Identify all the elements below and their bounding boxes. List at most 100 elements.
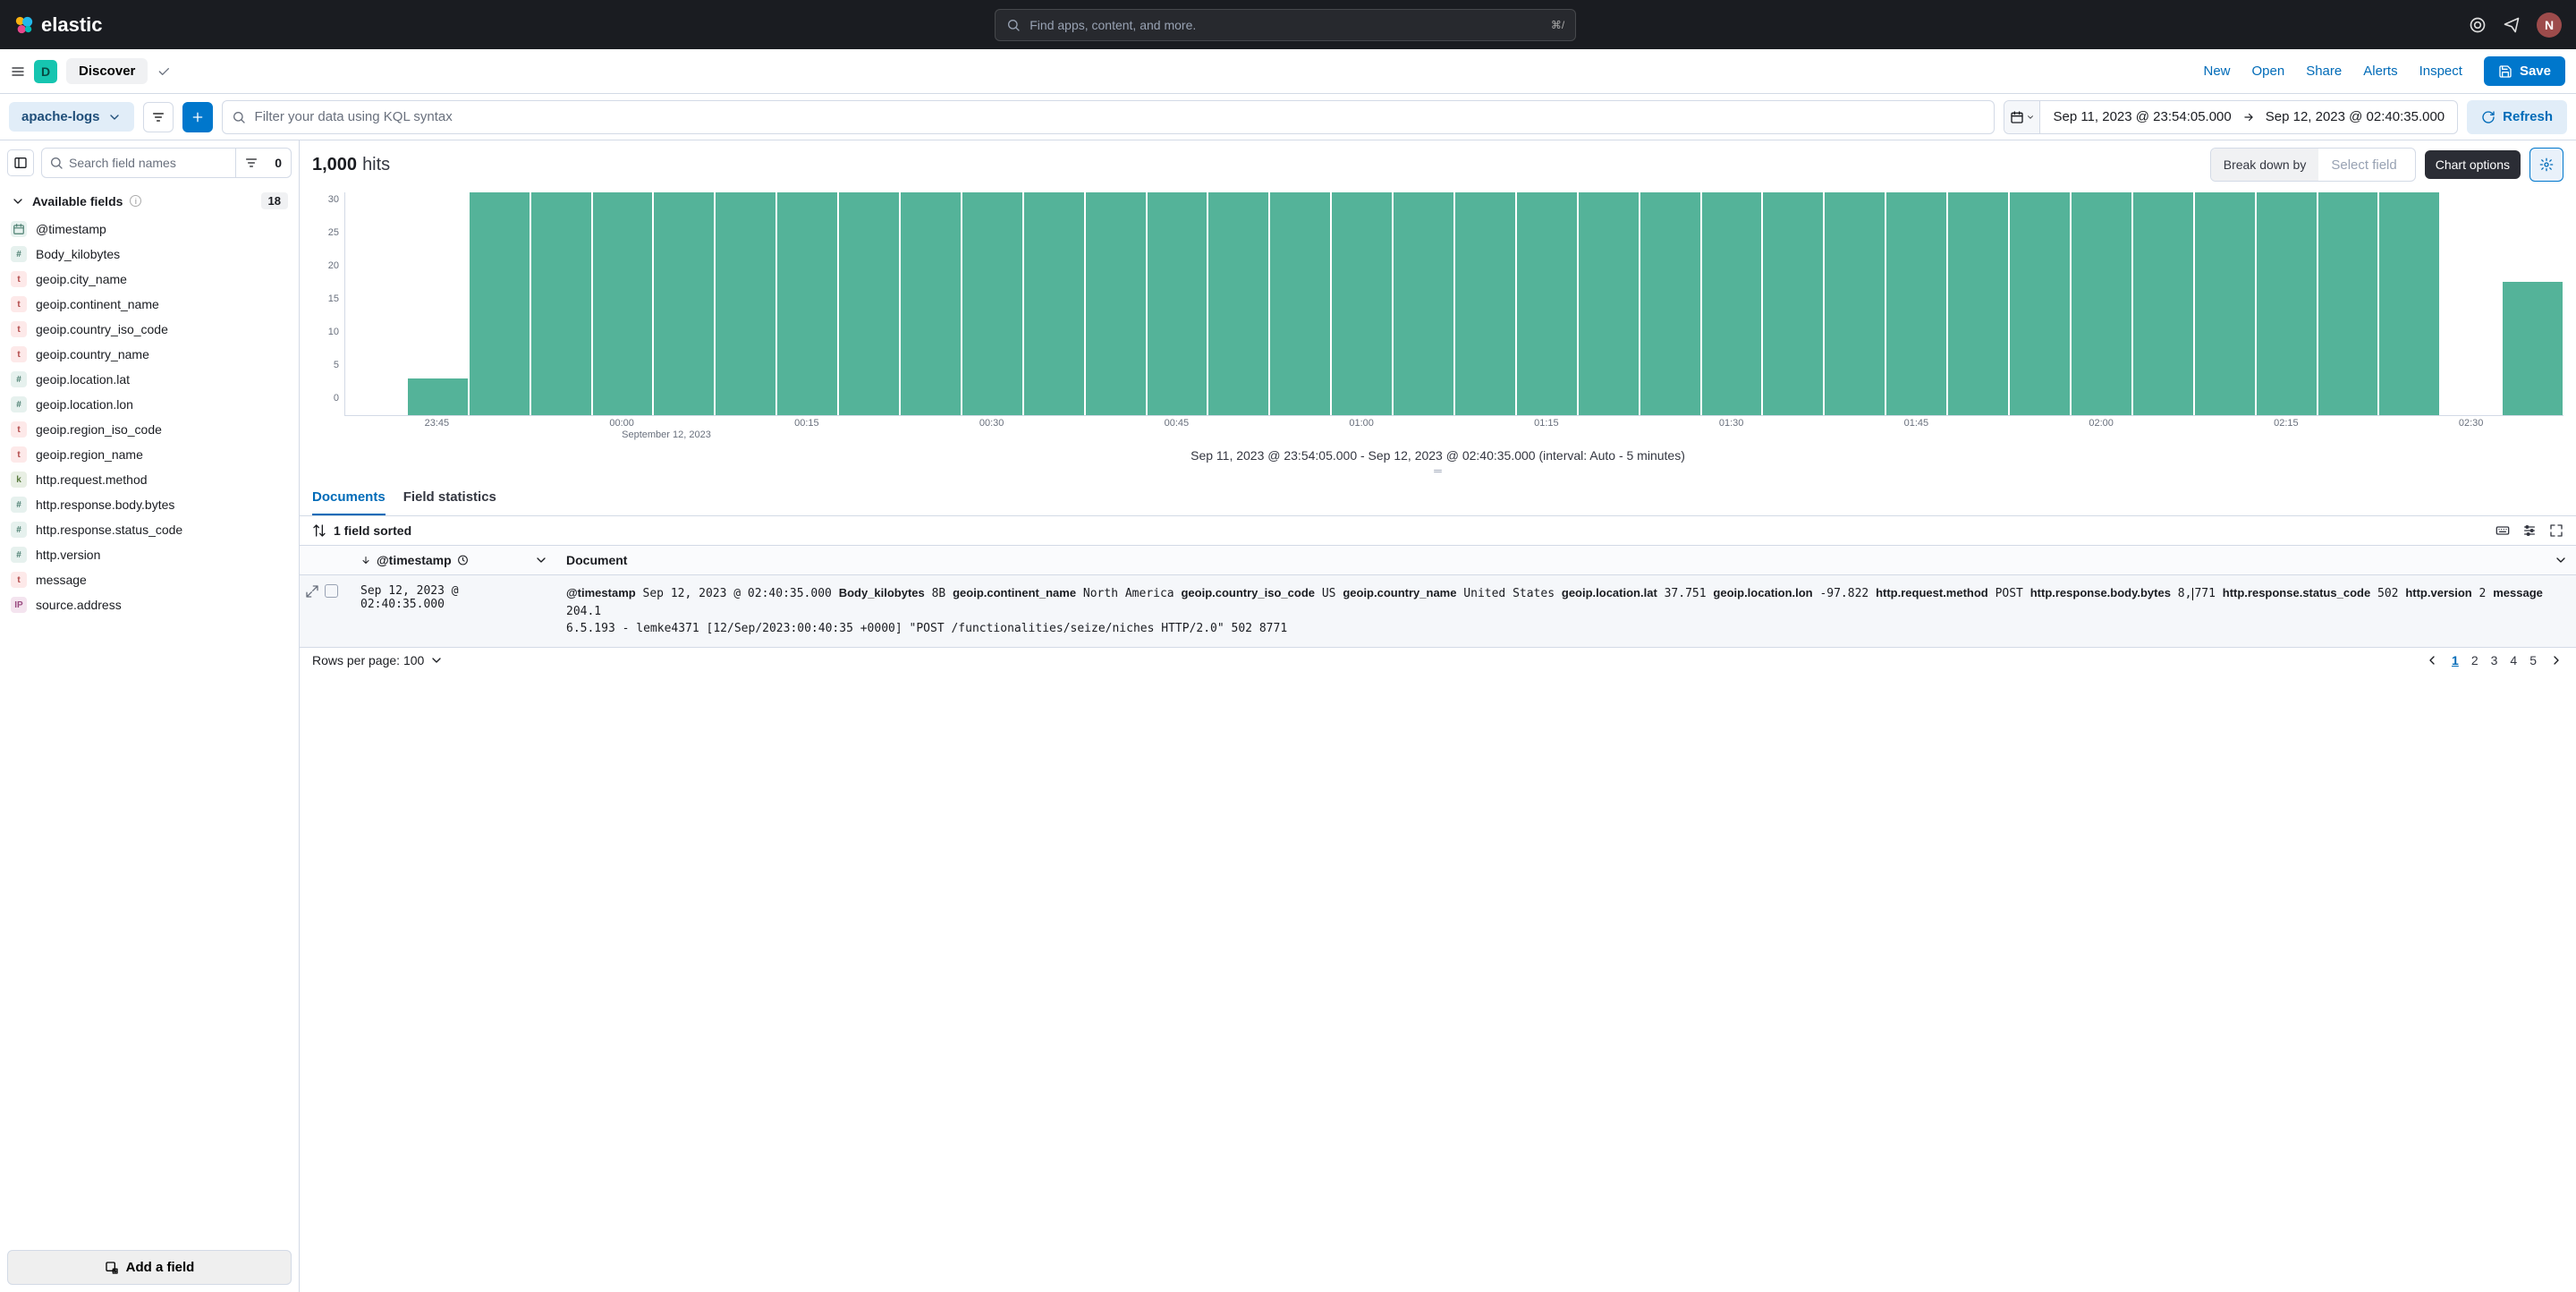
chart-options-tooltip: Chart options (2425, 150, 2521, 179)
page-5[interactable]: 5 (2529, 653, 2537, 667)
search-icon (49, 156, 64, 170)
chevron-down-icon (429, 653, 444, 667)
page-next[interactable] (2549, 653, 2563, 667)
check-icon[interactable] (157, 64, 171, 79)
column-document[interactable]: Document (557, 546, 2546, 574)
global-search-shortcut: ⌘/ (1551, 19, 1564, 31)
page-1[interactable]: 1 (2452, 653, 2459, 667)
available-fields-header[interactable]: Available fields i 18 (0, 185, 299, 217)
nav-new[interactable]: New (2203, 64, 2230, 79)
resize-handle[interactable]: ═ (312, 468, 2563, 473)
menu-icon[interactable] (11, 64, 25, 79)
chevron-down-icon (2554, 553, 2568, 567)
clock-icon (457, 553, 469, 567)
field-item[interactable]: #Body_kilobytes (0, 242, 299, 267)
field-item[interactable]: @timestamp (0, 217, 299, 242)
field-item[interactable]: #http.response.status_code (0, 517, 299, 542)
field-item[interactable]: #http.version (0, 542, 299, 567)
kql-input[interactable]: Filter your data using KQL syntax (222, 100, 1996, 134)
hit-count: 1,000 (312, 155, 357, 175)
available-fields-count: 18 (261, 192, 288, 209)
field-search: Search field names 0 (41, 148, 292, 178)
add-field-button[interactable]: Add a field (7, 1250, 292, 1285)
field-item[interactable]: tmessage (0, 567, 299, 592)
elastic-logo-icon (14, 15, 34, 35)
nav-share[interactable]: Share (2306, 64, 2342, 79)
field-item[interactable]: #geoip.location.lat (0, 367, 299, 392)
field-item[interactable]: tgeoip.country_iso_code (0, 317, 299, 342)
column-actions[interactable] (2546, 546, 2576, 574)
page-4[interactable]: 4 (2510, 653, 2517, 667)
chart-y-axis: 302520151050 (312, 192, 344, 416)
field-item[interactable]: tgeoip.continent_name (0, 292, 299, 317)
newsfeed-icon[interactable] (2503, 16, 2521, 34)
breakdown-field-input[interactable]: Select field (2318, 157, 2414, 173)
display-options-icon[interactable] (2522, 523, 2537, 538)
sort-label[interactable]: 1 field sorted (334, 523, 411, 538)
field-item[interactable]: IPsource.address (0, 592, 299, 617)
sidebar-collapse-button[interactable] (7, 149, 34, 176)
global-search[interactable]: Find apps, content, and more. ⌘/ (995, 9, 1576, 41)
field-item[interactable]: tgeoip.region_iso_code (0, 417, 299, 442)
add-filter-button[interactable] (182, 102, 213, 132)
user-avatar[interactable]: N (2537, 13, 2562, 38)
info-icon[interactable]: i (130, 195, 141, 207)
field-search-input[interactable]: Search field names (42, 156, 235, 170)
column-timestamp[interactable]: @timestamp (352, 546, 557, 574)
query-bar: apache-logs Filter your data using KQL s… (0, 94, 2576, 140)
nav-inspect[interactable]: Inspect (2419, 64, 2462, 79)
field-item[interactable]: tgeoip.country_name (0, 342, 299, 367)
nav-open[interactable]: Open (2252, 64, 2285, 79)
field-item[interactable]: khttp.request.method (0, 467, 299, 492)
field-list: @timestamp#Body_kilobytestgeoip.city_nam… (0, 217, 299, 1243)
hit-label: hits (362, 155, 390, 175)
chevron-down-icon[interactable] (534, 553, 548, 567)
breadcrumb-discover[interactable]: Discover (66, 58, 148, 84)
field-item[interactable]: #geoip.location.lon (0, 392, 299, 417)
page-prev[interactable] (2425, 653, 2439, 667)
refresh-button[interactable]: Refresh (2467, 100, 2567, 134)
field-item[interactable]: #http.response.body.bytes (0, 492, 299, 517)
sort-icon[interactable] (312, 523, 326, 538)
page-3[interactable]: 3 (2491, 653, 2498, 667)
rows-per-page[interactable]: Rows per page: 100 (312, 653, 444, 667)
field-item[interactable]: tgeoip.city_name (0, 267, 299, 292)
histogram-chart[interactable]: 302520151050 23:4500:00September 12, 202… (300, 189, 2576, 480)
chart-bars (345, 192, 2563, 415)
calendar-button[interactable] (2004, 101, 2040, 133)
table-footer: Rows per page: 100 12345 (300, 647, 2576, 673)
chevron-down-icon (2026, 110, 2035, 124)
index-pattern-selector[interactable]: apache-logs (9, 102, 134, 132)
table-row: Sep 12, 2023 @ 02:40:35.000 @timestamp S… (300, 575, 2576, 647)
result-tabs: Documents Field statistics (300, 480, 2576, 516)
date-range-text[interactable]: Sep 11, 2023 @ 23:54:05.000 Sep 12, 2023… (2040, 109, 2457, 124)
chart-options-button[interactable] (2529, 148, 2563, 182)
save-icon (2498, 64, 2512, 79)
expand-icon[interactable] (305, 584, 319, 599)
header-actions: N (2469, 13, 2562, 38)
tab-field-statistics[interactable]: Field statistics (403, 480, 496, 515)
help-icon[interactable] (2469, 16, 2487, 34)
filter-icon (244, 156, 258, 170)
breakdown-label: Break down by (2211, 149, 2319, 181)
brand-name: elastic (41, 13, 103, 37)
search-icon (1006, 18, 1021, 32)
save-button[interactable]: Save (2484, 56, 2565, 86)
app-badge: D (34, 60, 57, 83)
chevron-down-icon (107, 110, 122, 124)
brand-logo[interactable]: elastic (14, 13, 103, 37)
filter-toggle-button[interactable] (143, 102, 174, 132)
keyboard-icon[interactable] (2496, 523, 2510, 538)
plus-icon (191, 110, 205, 124)
tab-documents[interactable]: Documents (312, 480, 386, 515)
add-index-icon (105, 1261, 119, 1275)
nav-alerts[interactable]: Alerts (2363, 64, 2397, 79)
row-checkbox[interactable] (325, 584, 338, 598)
field-filter-button[interactable] (235, 149, 266, 177)
discover-content: 1,000 hits Break down by Select field Ch… (300, 140, 2576, 1292)
date-range-picker[interactable]: Sep 11, 2023 @ 23:54:05.000 Sep 12, 2023… (2004, 100, 2458, 134)
fullscreen-icon[interactable] (2549, 523, 2563, 538)
chart-x-axis: 23:4500:00September 12, 202300:1500:3000… (344, 416, 2563, 443)
page-2[interactable]: 2 (2471, 653, 2479, 667)
field-item[interactable]: tgeoip.region_name (0, 442, 299, 467)
